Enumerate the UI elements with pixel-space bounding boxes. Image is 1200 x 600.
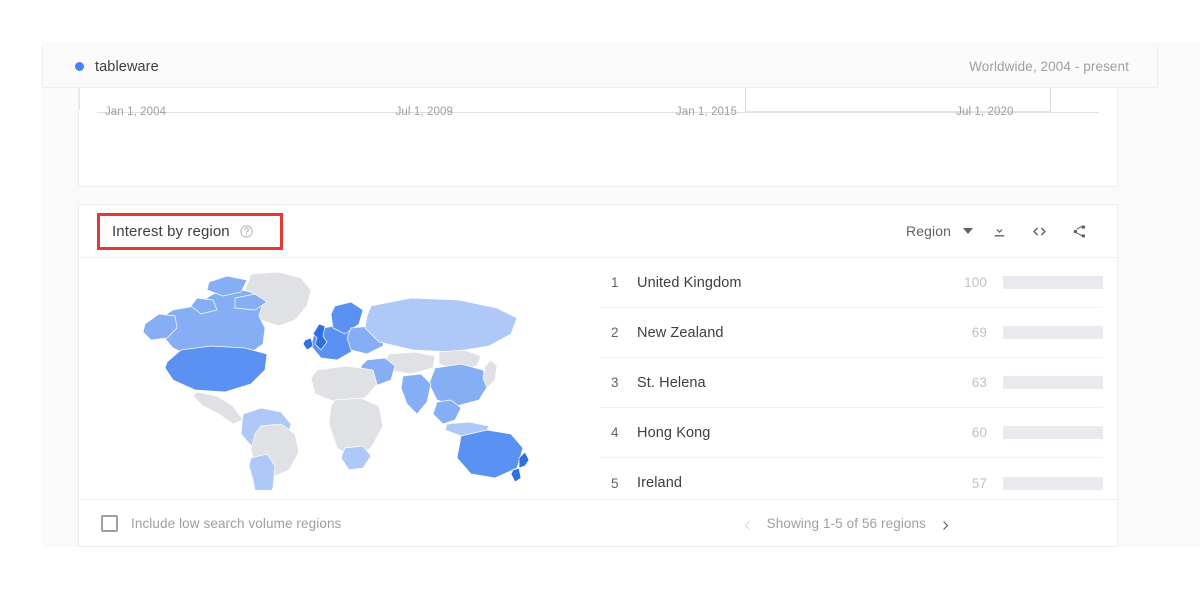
page-left-gutter: [0, 42, 42, 547]
map-region-russia: [364, 297, 518, 352]
timeseries-x-axis: [97, 112, 1099, 113]
map-region-united-states: [164, 345, 268, 392]
region-value: 100: [964, 275, 987, 290]
map-region-north-africa: [310, 365, 378, 402]
region-name: St. Helena: [637, 374, 706, 391]
checkbox-label: Include low search volume regions: [131, 516, 342, 531]
region-value: 57: [971, 475, 987, 491]
interest-over-time-card: Jan 1, 2004 Jul 1, 2009 Jan 1, 2015 Jul 1, …: [78, 88, 1118, 187]
region-ranking-list: 1 United Kingdom 100 2 New Zealand 69 3 St. Hel…: [599, 258, 1117, 499]
region-row[interactable]: 1 United Kingdom 100: [599, 258, 1103, 308]
pagination-status: Showing 1-5 of 56 regions: [766, 516, 926, 531]
map-region-mexico: [192, 391, 244, 424]
timeseries-tick-1: Jul 1, 2009: [395, 106, 453, 118]
region-rank: 5: [611, 475, 619, 491]
region-value: 69: [971, 325, 987, 340]
region-rank: 2: [611, 325, 619, 340]
region-bar-track: [1003, 426, 1103, 439]
world-map[interactable]: [79, 258, 599, 499]
timeseries-tick-0: Jan 1, 2004: [104, 106, 167, 118]
chevron-down-icon: [963, 228, 973, 234]
map-region-ireland: [302, 337, 314, 350]
embed-code-icon[interactable]: [1019, 214, 1059, 248]
search-term-header: tableware Worldwide, 2004 - present: [42, 46, 1158, 88]
chevron-left-icon[interactable]: [742, 518, 753, 530]
region-pagination: Showing 1-5 of 56 regions: [742, 516, 951, 531]
interest-by-region-card: Interest by region Region 1 United Kingd…: [78, 204, 1118, 547]
region-name: Ireland: [637, 475, 683, 491]
world-map-svg[interactable]: [139, 268, 539, 490]
map-region-japan: [482, 359, 498, 389]
region-row[interactable]: 5 Ireland 57: [599, 458, 1103, 508]
region-card-header: Interest by region Region: [79, 205, 1117, 258]
region-value: 60: [971, 425, 987, 440]
search-term-chip[interactable]: tableware: [75, 59, 159, 75]
region-row[interactable]: 2 New Zealand 69: [599, 308, 1103, 358]
region-card-body: 1 United Kingdom 100 2 New Zealand 69 3 St. Hel…: [79, 258, 1117, 499]
region-name: New Zealand: [637, 324, 724, 341]
region-rank: 3: [611, 375, 619, 390]
region-row[interactable]: 4 Hong Kong 60: [599, 408, 1103, 458]
region-bar-track: [1003, 376, 1103, 389]
search-term-label: tableware: [95, 58, 159, 75]
region-rank: 4: [611, 425, 619, 440]
checkbox-box[interactable]: [101, 515, 118, 532]
map-region-india: [400, 373, 432, 415]
help-circle-icon[interactable]: [239, 224, 254, 239]
share-icon[interactable]: [1059, 214, 1099, 248]
scope-and-range-label: Worldwide, 2004 - present: [969, 59, 1129, 74]
download-icon[interactable]: [979, 214, 1019, 248]
region-name: Hong Kong: [637, 424, 711, 441]
page-title: Interest by region: [112, 222, 230, 240]
region-card-toolbar: Region: [898, 214, 1099, 248]
region-name: United Kingdom: [637, 274, 742, 291]
trends-page: tableware Worldwide, 2004 - present Jan …: [0, 0, 1200, 600]
series-color-dot: [75, 62, 84, 71]
chevron-right-icon[interactable]: [940, 518, 951, 530]
region-title-highlight: Interest by region: [97, 212, 283, 250]
timeseries-tick-3: Jul 1, 2020: [956, 106, 1014, 118]
region-value: 63: [971, 375, 987, 390]
region-bar-track: [1003, 276, 1103, 289]
region-bar-track: [1003, 326, 1103, 339]
include-low-volume-checkbox[interactable]: Include low search volume regions: [101, 515, 341, 532]
timeseries-tick-2: Jan 1, 2015: [675, 106, 738, 118]
region-rank: 1: [611, 275, 619, 290]
region-scope-select[interactable]: Region: [898, 217, 979, 245]
region-scope-label: Region: [906, 223, 951, 239]
region-row[interactable]: 3 St. Helena 63: [599, 358, 1103, 408]
region-bar-track: [1003, 476, 1103, 490]
map-region-china: [428, 363, 490, 406]
